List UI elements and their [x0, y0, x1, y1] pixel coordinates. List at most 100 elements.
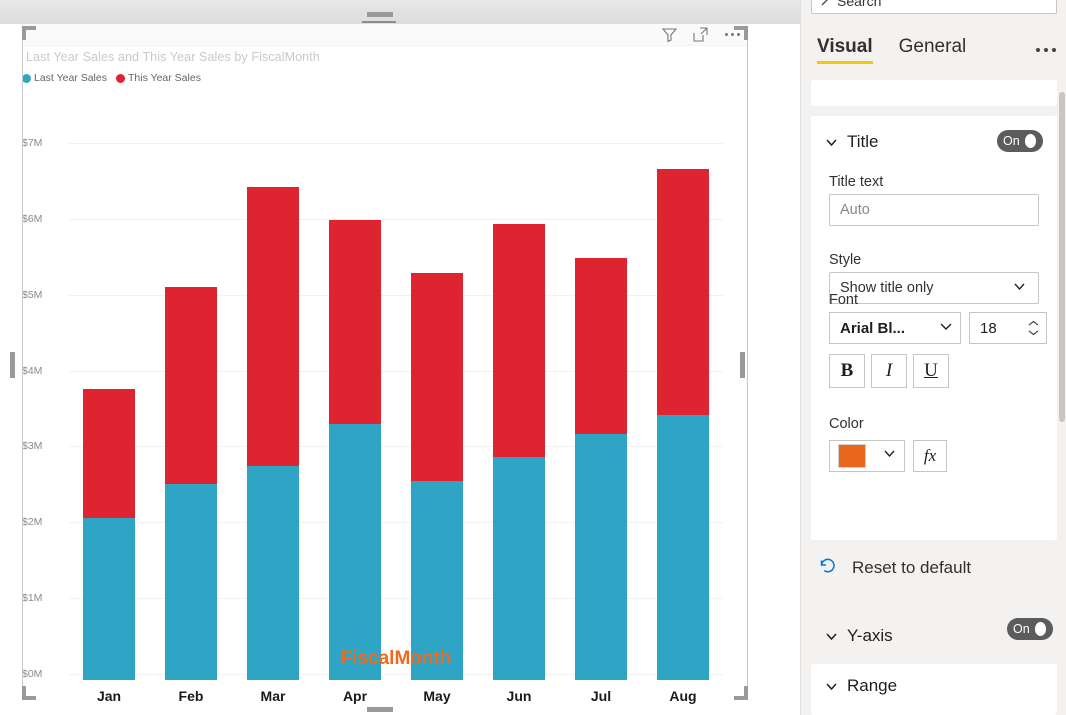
style-label: Style [829, 252, 861, 268]
bar-column[interactable]: Feb [165, 96, 217, 680]
bar-column[interactable]: Jan [83, 96, 135, 680]
legend-color-dot [22, 74, 31, 83]
chevron-right-icon [820, 0, 829, 9]
font-size-value: 18 [980, 320, 997, 337]
y-axis-tick-label: $7M [22, 137, 64, 149]
focus-mode-icon[interactable] [692, 26, 709, 43]
italic-button[interactable]: I [871, 354, 907, 388]
bar-segment[interactable] [575, 434, 627, 680]
legend-item[interactable]: Last Year Sales [22, 72, 107, 84]
chevron-down-icon [1011, 280, 1028, 297]
chevron-down-icon[interactable] [825, 136, 837, 148]
previous-section-card [811, 80, 1057, 106]
reset-to-default-label: Reset to default [852, 558, 971, 578]
toggle-knob [1025, 134, 1036, 148]
bold-button[interactable]: B [829, 354, 865, 388]
toggle-knob [1035, 622, 1046, 636]
bar-segment[interactable] [493, 457, 545, 680]
chart-visual[interactable]: Last Year Sales and This Year Sales by F… [22, 24, 748, 700]
visual-header [22, 24, 748, 46]
bar-segment[interactable] [575, 258, 627, 435]
y-axis-tick-label: $3M [22, 440, 64, 452]
x-axis-tick-label: Apr [329, 688, 381, 704]
range-section-header[interactable]: Range [825, 676, 897, 696]
bar-column[interactable]: Jul [575, 96, 627, 680]
bar-column[interactable]: May [411, 96, 463, 680]
bar-segment[interactable] [329, 424, 381, 680]
bar-segment[interactable] [657, 415, 709, 681]
chevron-down-icon[interactable] [825, 630, 837, 642]
font-size-stepper[interactable]: 18 [969, 312, 1047, 344]
spinner-arrows-icon[interactable] [1027, 320, 1040, 336]
pane-more-options-icon[interactable] [1036, 48, 1056, 64]
legend-color-dot [116, 74, 125, 83]
color-label: Color [829, 416, 864, 432]
chart-plot-area: $0M$1M$2M$3M$4M$5M$6M$7M JanFebMarAprMay… [22, 90, 748, 680]
undo-icon [817, 556, 838, 580]
conditional-formatting-fx-button[interactable]: fx [913, 440, 947, 472]
resize-handle-left-middle[interactable] [10, 352, 15, 378]
bar-column[interactable]: Aug [657, 96, 709, 680]
search-input[interactable]: Search [811, 0, 1057, 14]
search-placeholder-text: Search [837, 0, 881, 9]
resize-handle-right-middle[interactable] [740, 352, 745, 378]
visual-selection-border-left [22, 26, 23, 698]
filter-icon[interactable] [661, 26, 678, 43]
report-canvas: Last Year Sales and This Year Sales by F… [0, 0, 800, 715]
resize-handle-top-right[interactable] [732, 26, 748, 42]
resize-handle-bottom-right[interactable] [732, 684, 748, 700]
bar-series-container: Jan Feb Mar Apr May Jun Jul Aug [68, 90, 724, 680]
canvas-top-band [0, 0, 800, 24]
x-axis-tick-label: Jan [83, 688, 135, 704]
resize-handle-bottom-middle[interactable] [367, 707, 393, 712]
pane-scrollbar[interactable] [1059, 92, 1065, 422]
font-family-dropdown[interactable]: Arial Bl... [829, 312, 961, 344]
bar-segment[interactable] [329, 220, 381, 423]
range-section-card: Range [811, 664, 1057, 715]
title-text-input[interactable]: Auto [829, 194, 1039, 226]
yaxis-toggle[interactable]: On [1007, 618, 1053, 640]
tab-general[interactable]: General [899, 36, 967, 64]
tab-visual[interactable]: Visual [817, 36, 873, 64]
title-section-header[interactable]: Title [825, 132, 879, 152]
yaxis-section-header[interactable]: Y-axis On [811, 612, 1057, 652]
x-axis-tick-label: Feb [165, 688, 217, 704]
title-section-card: Title On Title text Auto Style Show titl… [811, 116, 1057, 540]
yaxis-section-label: Y-axis [847, 626, 893, 646]
color-swatch [838, 444, 866, 468]
x-axis-tick-label: Jun [493, 688, 545, 704]
chevron-down-icon[interactable] [825, 680, 837, 692]
y-axis-tick-label: $4M [22, 365, 64, 377]
y-axis-tick-label: $1M [22, 592, 64, 604]
font-label: Font [829, 292, 858, 308]
title-toggle[interactable]: On [997, 130, 1043, 152]
y-axis-tick-label: $5M [22, 289, 64, 301]
resize-handle-bottom-left[interactable] [22, 684, 38, 700]
title-text-label: Title text [829, 174, 883, 190]
color-picker[interactable] [829, 440, 905, 472]
bar-column[interactable]: Mar [247, 96, 299, 680]
pane-tabs: Visual General [817, 36, 1056, 64]
legend-label: Last Year Sales [34, 72, 107, 84]
bar-segment[interactable] [165, 287, 217, 484]
resize-handle-top-left[interactable] [22, 26, 38, 42]
format-pane: Search Visual General Title On Title tex… [800, 0, 1066, 715]
style-dropdown[interactable]: Show title only [829, 272, 1039, 304]
bar-column[interactable]: Apr [329, 96, 381, 680]
bar-segment[interactable] [493, 224, 545, 457]
legend-label: This Year Sales [128, 72, 201, 84]
title-text-value: Auto [840, 202, 870, 218]
resize-handle-top-middle[interactable] [367, 12, 393, 17]
legend-item[interactable]: This Year Sales [116, 72, 201, 84]
bar-column[interactable]: Jun [493, 96, 545, 680]
reset-to-default-button[interactable]: Reset to default [817, 556, 971, 580]
visual-selection-border-right [747, 26, 748, 698]
bar-segment[interactable] [411, 273, 463, 481]
bar-segment[interactable] [83, 389, 135, 518]
bar-segment[interactable] [657, 169, 709, 414]
x-axis-tick-label: May [411, 688, 463, 704]
underline-button[interactable]: U [913, 354, 949, 388]
bar-segment[interactable] [247, 187, 299, 466]
chart-legend: Last Year Sales This Year Sales [22, 72, 201, 84]
range-section-label: Range [847, 676, 897, 696]
